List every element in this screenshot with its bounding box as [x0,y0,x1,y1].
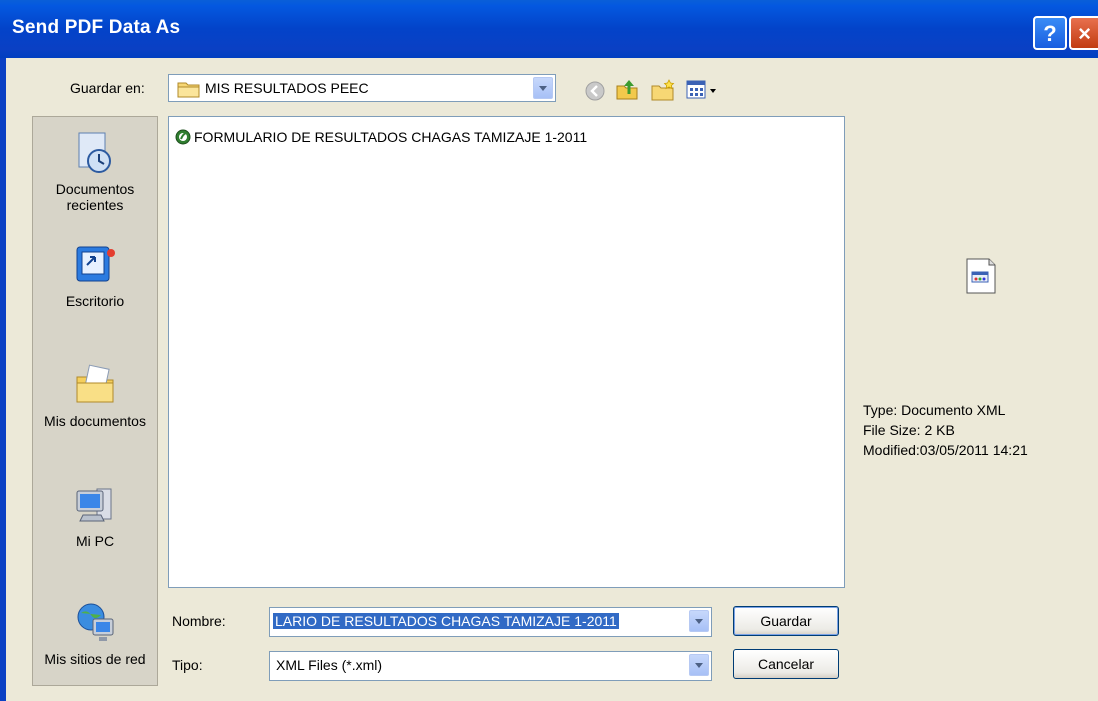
place-my-documents[interactable]: Mis documentos [33,363,157,429]
preview-size: File Size: 2 KB [863,422,955,438]
preview-modified: Modified:03/05/2011 14:21 [863,442,1028,458]
place-my-computer[interactable]: Mi PC [33,483,157,549]
help-button[interactable]: ? [1033,16,1067,50]
place-label: Mi PC [75,533,115,549]
preview-pane: Type: Documento XML File Size: 2 KB Modi… [860,116,1090,586]
new-folder-icon[interactable] [650,78,676,102]
my-computer-icon [76,488,112,522]
name-label: Nombre: [172,613,226,629]
save-in-dropdown[interactable]: MIS RESULTADOS PEEC [168,74,556,102]
folder-icon [177,82,200,98]
save-button[interactable]: Guardar [733,606,839,636]
place-label: Mis sitios de red [44,651,146,667]
back-icon[interactable] [584,80,606,102]
preview-type: Type: Documento XML [863,402,1006,418]
place-label: Escritorio [65,293,125,309]
file-name: FORMULARIO DE RESULTADOS CHAGAS TAMIZAJE… [194,129,588,145]
file-type-dropdown[interactable]: XML Files (*.xml) [269,651,712,681]
place-desktop[interactable]: Escritorio [33,243,157,309]
place-recent-documents[interactable]: Documentos recientes [33,131,157,213]
cancel-button[interactable]: Cancelar [733,649,839,679]
places-bar: Documentos recientes Escritorio Mis docu… [32,116,158,686]
close-button[interactable]: × [1069,16,1098,50]
document-preview-icon [966,258,996,294]
place-network[interactable]: Mis sitios de red [33,601,157,667]
save-in-label: Guardar en: [70,80,145,96]
desktop-icon [76,246,115,282]
recent-documents-icon [78,132,111,173]
chevron-down-icon[interactable] [689,654,709,676]
title-bar[interactable]: Send PDF Data As ? × [0,0,1098,58]
file-name-input[interactable]: LARIO DE RESULTADOS CHAGAS TAMIZAJE 1-20… [269,607,712,637]
chevron-down-icon[interactable] [689,610,709,632]
file-name-value: LARIO DE RESULTADOS CHAGAS TAMIZAJE 1-20… [273,613,619,629]
place-label: Mis documentos [44,413,146,429]
xml-file-icon [175,129,191,145]
my-documents-icon [76,364,114,403]
chevron-down-icon[interactable] [533,77,553,99]
file-list[interactable]: FORMULARIO DE RESULTADOS CHAGAS TAMIZAJE… [168,116,845,588]
file-type-value: XML Files (*.xml) [276,657,383,673]
network-places-icon [77,603,114,641]
up-folder-icon[interactable] [614,76,640,102]
type-label: Tipo: [172,657,203,673]
view-menu-icon[interactable] [686,80,720,100]
list-item[interactable]: FORMULARIO DE RESULTADOS CHAGAS TAMIZAJE… [175,129,587,145]
save-in-value: MIS RESULTADOS PEEC [205,80,369,96]
place-label: Documentos recientes [55,181,135,213]
window-title: Send PDF Data As [12,17,181,38]
